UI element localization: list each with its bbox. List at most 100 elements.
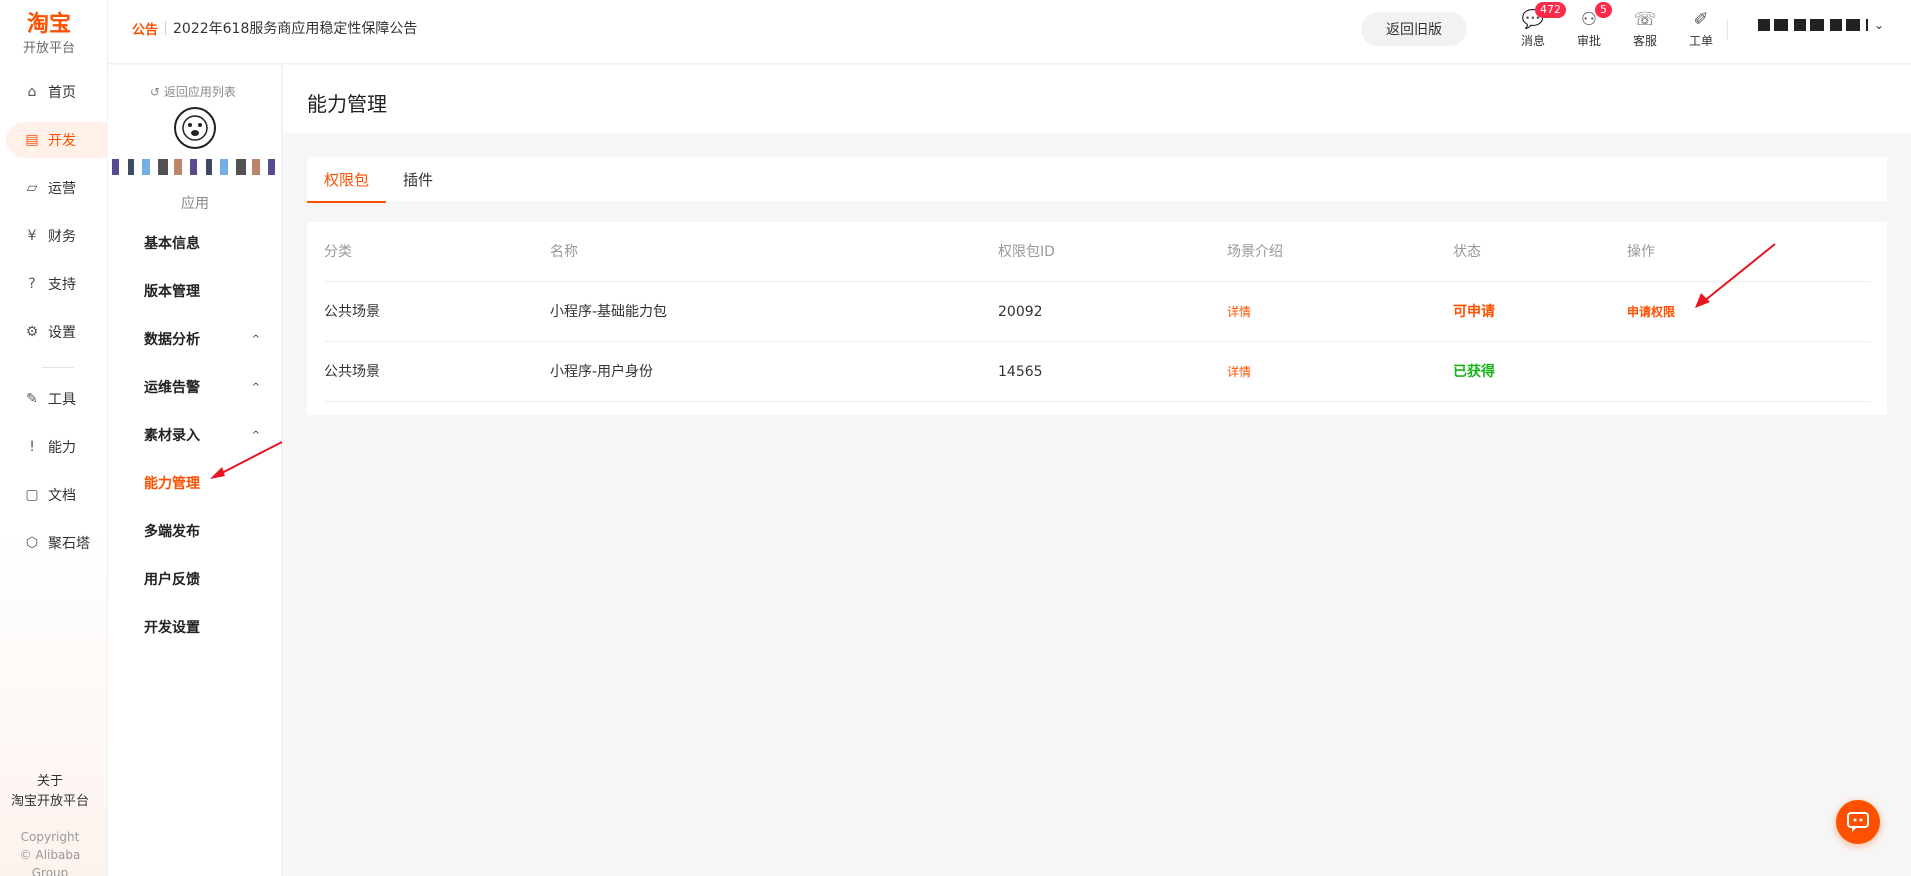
- gnav-item-docs[interactable]: ▢ 文档: [6, 477, 108, 513]
- top-bar: 公告 2022年618服务商应用稳定性保障公告 返回旧版 💬 472 消息 ⚇ …: [108, 0, 1911, 64]
- announcement-tag: 公告: [132, 22, 159, 38]
- cell-package-id: 20092: [998, 304, 1043, 320]
- page-title: 能力管理: [307, 92, 387, 116]
- column-header-package-id: 权限包ID: [998, 244, 1055, 260]
- develop-icon: ▤: [25, 132, 39, 148]
- gnav-item-capability[interactable]: ! 能力: [6, 429, 108, 465]
- snav-item-material-entry[interactable]: 素材录入 ^: [144, 423, 274, 447]
- customer-service-button[interactable]: ☏ 客服: [1625, 8, 1665, 49]
- user-menu[interactable]: ⌄: [1758, 18, 1884, 32]
- gear-icon: ⚙: [25, 324, 39, 340]
- status-badge: 已获得: [1453, 364, 1495, 380]
- app-type-label: 应用: [181, 196, 209, 212]
- app-avatar-face-icon: [182, 115, 208, 141]
- headset-icon: ☏: [1633, 9, 1657, 30]
- help-icon: ?: [28, 276, 36, 292]
- approval-button[interactable]: ⚇ 5 审批: [1569, 2, 1612, 49]
- gnav-item-label: 运营: [48, 181, 76, 197]
- column-header-action: 操作: [1627, 244, 1655, 260]
- redacted-username: [1758, 19, 1868, 31]
- tool-label: 审批: [1576, 34, 1601, 48]
- snav-item-multi-publish[interactable]: 多端发布: [144, 519, 274, 543]
- chart-icon: ▱: [26, 180, 38, 196]
- copyright-line-2: © Alibaba Group: [19, 848, 81, 876]
- tab-permission-package[interactable]: 权限包: [307, 157, 387, 203]
- gnav-item-operation[interactable]: ▱ 运营: [6, 170, 108, 206]
- wrench-icon: ✎: [26, 391, 38, 407]
- home-icon: ⌂: [27, 84, 37, 100]
- chat-icon: [1847, 812, 1869, 832]
- snav-item-data-analysis[interactable]: 数据分析 ^: [144, 327, 274, 351]
- gnav-item-label: 支持: [48, 277, 76, 293]
- tab-bar: 权限包 插件: [307, 157, 1887, 203]
- feedback-float-button[interactable]: [1836, 800, 1880, 844]
- redacted-app-name: [112, 159, 278, 175]
- gnav-item-tools[interactable]: ✎ 工具: [6, 381, 108, 417]
- messages-button[interactable]: 💬 472 消息: [1513, 2, 1566, 49]
- gnav-item-home[interactable]: ⌂ 首页: [6, 74, 108, 110]
- chevron-up-icon: ^: [251, 381, 260, 393]
- detail-link[interactable]: 详情: [1227, 282, 1251, 342]
- yen-icon: ¥: [27, 228, 37, 244]
- edit-icon: ✐: [1693, 9, 1709, 30]
- snav-item-label: 能力管理: [144, 476, 200, 492]
- tool-label: 工单: [1688, 34, 1713, 48]
- column-header-intro: 场景介绍: [1227, 244, 1283, 260]
- table-header: 分类 名称 权限包ID 场景介绍 状态 操作: [324, 222, 1870, 282]
- snav-item-label: 基本信息: [144, 236, 200, 252]
- snav-item-version-management[interactable]: 版本管理: [144, 279, 274, 303]
- status-badge: 可申请: [1453, 304, 1495, 320]
- snav-item-user-feedback[interactable]: 用户反馈: [144, 567, 274, 591]
- snav-item-dev-settings[interactable]: 开发设置: [144, 615, 274, 639]
- announcement-separator: [165, 21, 167, 35]
- cube-icon: ⬡: [25, 535, 39, 551]
- chevron-down-icon: ⌄: [1874, 18, 1885, 32]
- gnav-item-label: 首页: [48, 85, 76, 101]
- chevron-up-icon: ^: [251, 429, 260, 441]
- gnav-item-label: 工具: [48, 392, 76, 408]
- gnav-item-support[interactable]: ? 支持: [6, 266, 108, 302]
- permission-table: 分类 名称 权限包ID 场景介绍 状态 操作 公共场景 小程序-基础能力包 20…: [307, 222, 1887, 415]
- detail-link[interactable]: 详情: [1227, 342, 1251, 402]
- snav-item-label: 开发设置: [144, 620, 200, 636]
- gnav-item-jushita[interactable]: ⬡ 聚石塔: [6, 525, 108, 561]
- snav-item-label: 素材录入: [144, 428, 200, 444]
- column-header-category: 分类: [324, 244, 352, 260]
- gnav-item-finance[interactable]: ¥ 财务: [6, 218, 108, 254]
- table-row: 公共场景 小程序-用户身份 14565 详情 已获得: [324, 342, 1870, 402]
- approval-count-badge: 5: [1595, 2, 1612, 18]
- back-to-old-version-button[interactable]: 返回旧版: [1361, 12, 1467, 46]
- gnav-item-develop[interactable]: ▤ 开发: [6, 122, 108, 158]
- cell-name: 小程序-基础能力包: [550, 304, 668, 320]
- tool-label: 消息: [1520, 34, 1545, 48]
- gnav-item-label: 聚石塔: [48, 536, 90, 552]
- document-icon: ▢: [25, 487, 39, 503]
- tab-plugin[interactable]: 插件: [386, 157, 450, 203]
- gnav-item-settings[interactable]: ⚙ 设置: [6, 314, 108, 350]
- brand-subtitle: 开放平台: [22, 41, 75, 56]
- tool-label: 客服: [1632, 34, 1657, 48]
- announcement[interactable]: 公告 2022年618服务商应用稳定性保障公告: [132, 18, 417, 38]
- gnav-item-label: 能力: [48, 440, 76, 456]
- snav-item-label: 用户反馈: [144, 572, 200, 588]
- snav-item-capability-management[interactable]: 能力管理: [144, 471, 274, 495]
- global-nav: 淘宝 开放平台 ⌂ 首页 ▤ 开发 ▱ 运营 ¥ 财务 ? 支持 ⚙ 设置 ✎ …: [0, 0, 108, 876]
- app-sidebar: ↺ 返回应用列表 应用 基本信息 版本管理 数据分析 ^ 运维告警 ^ 素材录入…: [108, 65, 282, 876]
- copyright-line-1: Copyright: [20, 830, 80, 844]
- work-order-button[interactable]: ✐ 工单: [1681, 8, 1721, 49]
- apply-permission-link[interactable]: 申请权限: [1627, 282, 1675, 342]
- about-line-1: 关于: [36, 774, 63, 789]
- cell-category: 公共场景: [324, 364, 380, 380]
- table-row: 公共场景 小程序-基础能力包 20092 详情 可申请 申请权限: [324, 282, 1870, 342]
- snav-item-basic-info[interactable]: 基本信息: [144, 231, 274, 255]
- cell-name: 小程序-用户身份: [550, 364, 654, 380]
- about-link[interactable]: 关于 淘宝开放平台: [0, 772, 100, 812]
- about-line-2: 淘宝开放平台: [10, 794, 89, 809]
- back-to-app-list-link[interactable]: ↺ 返回应用列表: [150, 83, 236, 100]
- chevron-up-icon: ^: [251, 333, 260, 345]
- gnav-item-label: 开发: [48, 133, 76, 149]
- cell-package-id: 14565: [998, 364, 1043, 380]
- snav-item-ops-alerts[interactable]: 运维告警 ^: [144, 375, 274, 399]
- taobao-open-logo[interactable]: 淘宝 开放平台: [18, 12, 80, 58]
- snav-item-label: 多端发布: [144, 524, 200, 540]
